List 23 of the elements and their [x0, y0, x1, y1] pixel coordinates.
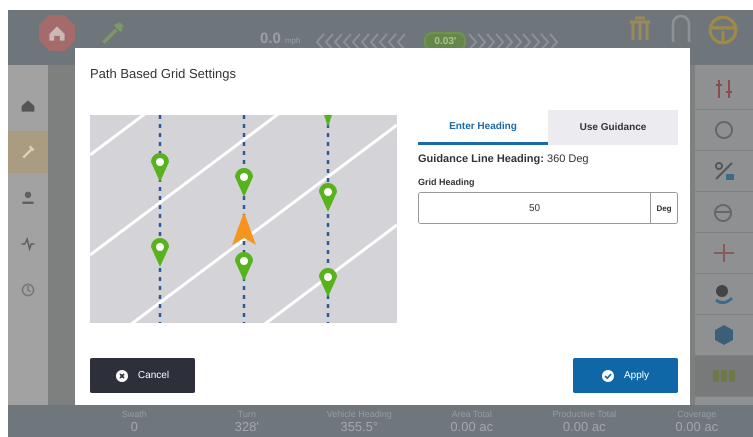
home-icon[interactable] [38, 14, 76, 52]
cancel-button[interactable]: Cancel [90, 358, 195, 393]
close-icon [116, 370, 128, 382]
wrench-icon [20, 144, 36, 160]
tab[interactable]: Use Guidance [548, 110, 678, 145]
dialog-title: Path Based Grid Settings [90, 66, 237, 81]
clock-icon [20, 282, 36, 298]
heading-input[interactable]: 50 [418, 192, 651, 224]
person-icon [20, 190, 36, 206]
field-label: Grid Heading [418, 177, 476, 187]
percent-icon [712, 159, 736, 183]
wrench-icon[interactable] [100, 20, 126, 46]
unit-label: Deg [651, 192, 678, 224]
hexagon-icon [712, 323, 736, 347]
apply-button[interactable]: Apply [573, 358, 678, 393]
steering-wheel-icon[interactable] [707, 14, 739, 46]
crosshair-icon [712, 241, 736, 265]
check-icon [602, 370, 614, 382]
guidance-heading-text: Guidance Line Heading: 360 Deg [418, 153, 590, 165]
arch-icon[interactable] [669, 14, 693, 44]
home-icon [20, 98, 36, 114]
pulse-icon [20, 236, 36, 252]
sidebar-item[interactable] [8, 131, 48, 173]
